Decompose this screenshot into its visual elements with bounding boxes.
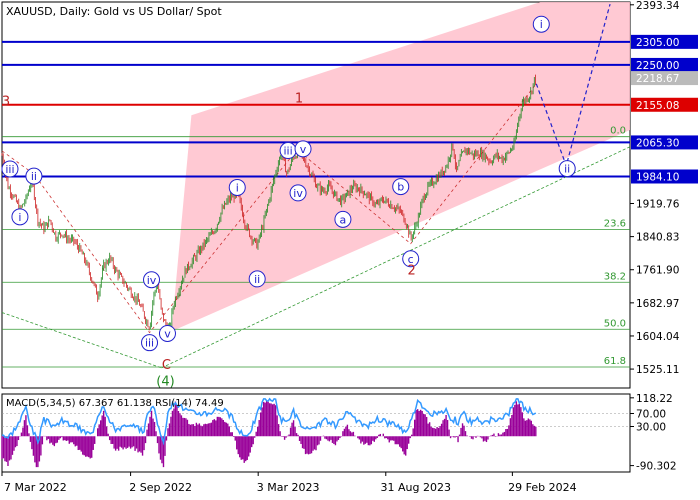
wave-label: C: [162, 358, 171, 373]
wave-label: a: [340, 213, 347, 226]
price-tick-label: 2218.67: [636, 73, 679, 85]
price-tick-label: 1604.04: [636, 331, 680, 343]
wave-label: ii: [31, 170, 37, 183]
time-tick-label: 29 Feb 2024: [508, 481, 576, 494]
chart-title: XAUUSD, Daily: Gold vs US Dollar/ Spot: [6, 5, 222, 18]
chart-canvas: 0.023.638.250.061.8iiiiiiiviiiviiiiii viv…: [1, 0, 698, 494]
macd-tick-label: 30.00: [636, 422, 666, 434]
wave-label: i: [540, 18, 543, 31]
fib-label: 23.6: [604, 218, 626, 229]
wave-label: (4): [156, 375, 174, 390]
price-tick-label: 1682.97: [636, 298, 679, 310]
price-tick-label: 1525.11: [636, 364, 679, 376]
price-tick-label: 2250.00: [636, 60, 679, 72]
macd-tick-label: 70.00: [636, 409, 666, 421]
macd-tick-label: -90.302: [636, 461, 677, 473]
price-tick-label: 1840.83: [636, 232, 679, 244]
fib-label: 38.2: [604, 271, 626, 282]
price-tick-label: 1984.10: [636, 171, 679, 183]
time-tick-label: 7 Mar 2022: [4, 481, 67, 494]
wave-label: ii: [254, 273, 260, 286]
price-axis: 2393.34 2305.00 2250.002218.67 2155.08 2065.…: [630, 0, 698, 376]
wave-label: 2: [408, 264, 416, 279]
time-axis: 7 Mar 2022 2 Sep 2022 3 Mar 2023 31 Aug 202…: [1, 472, 577, 494]
fib-label: 61.8: [604, 356, 626, 367]
wave-label: v: [164, 327, 171, 340]
wave-label: i: [18, 211, 21, 224]
wave-label: v: [300, 143, 307, 156]
macd-label: MACD(5,34,5) 67.367 61.138 RSI(14) 74.49: [6, 398, 224, 409]
time-tick-label: 31 Aug 2023: [381, 481, 451, 494]
price-tick-label: 1919.76: [636, 198, 680, 210]
time-tick-label: 3 Mar 2023: [257, 481, 320, 494]
wave-label: iii: [145, 337, 154, 350]
price-tick-label: 2065.30: [636, 137, 679, 149]
time-tick-label: 2 Sep 2022: [129, 481, 192, 494]
wave-label: iii: [5, 163, 14, 176]
wave-label: 1: [295, 92, 303, 107]
price-tick-label: 1761.90: [636, 265, 679, 277]
wave-label: b: [397, 181, 404, 194]
price-tick-label: 2305.00: [636, 37, 679, 49]
wave-label: i: [236, 181, 239, 194]
price-tick-label: 2393.34: [636, 0, 680, 12]
wave-label: iii: [284, 145, 293, 158]
fib-label: 50.0: [604, 318, 626, 329]
price-tick-label: 2155.08: [636, 100, 679, 112]
wave-label: iv: [293, 187, 303, 200]
wave-label: iv: [147, 274, 157, 287]
wave-label: 3: [2, 94, 10, 109]
wave-label: ii: [564, 163, 570, 176]
main-chart-area: 0.023.638.250.061.8iiiiiiiviiiviiiiii viv…: [1, 1, 631, 390]
fib-label: 0.0: [610, 126, 626, 137]
macd-tick-label: 118.22: [636, 393, 673, 405]
